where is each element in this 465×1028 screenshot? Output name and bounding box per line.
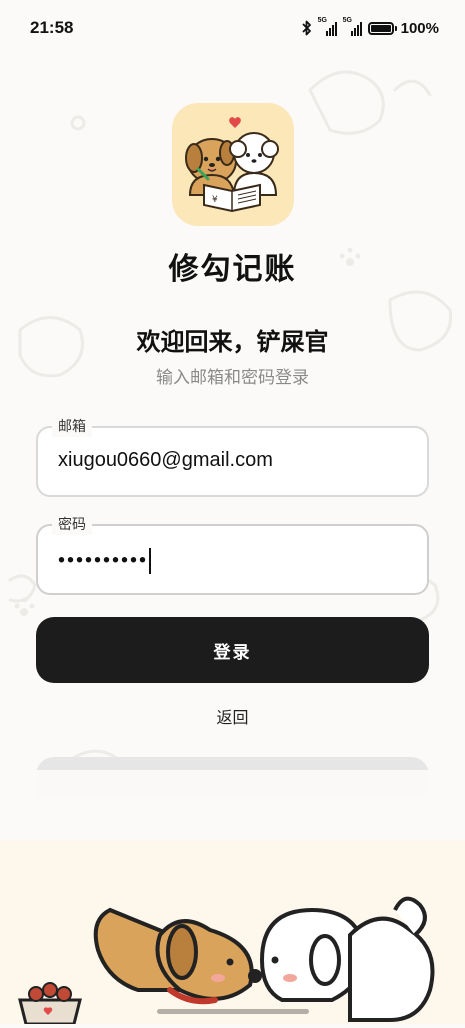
status-bar: 21:58 5G 5G 100% (0, 0, 465, 56)
back-link[interactable]: 返回 (0, 704, 465, 728)
bottom-illustration (0, 840, 465, 1026)
email-label: 邮箱 (52, 417, 92, 437)
dog-couple-ledger-icon: ¥ (185, 117, 279, 213)
signal-1-network-tag: 5G (317, 17, 327, 24)
status-time: 21:58 (30, 18, 74, 37)
text-caret (149, 548, 152, 574)
welcome-heading: 欢迎回来，铲屎官 (136, 328, 329, 356)
battery-icon (367, 21, 394, 35)
bluetooth-icon (301, 20, 311, 36)
signal-icon-1: 5G (317, 17, 337, 36)
signal-2-network-tag: 5G (342, 17, 352, 24)
password-input-value[interactable]: •••••••••• (58, 548, 152, 574)
email-input-value[interactable]: xiugou0660@gmail.com (58, 449, 273, 472)
svg-text:¥: ¥ (212, 195, 218, 205)
password-label: 密码 (52, 515, 92, 535)
signal-icon-2: 5G (342, 17, 362, 36)
dogs-illustration (18, 896, 435, 1026)
battery-indicator: 100% (367, 19, 439, 37)
login-subtitle: 输入邮箱和密码登录 (156, 368, 309, 388)
email-field[interactable]: 邮箱 xiugou0660@gmail.com (36, 417, 429, 497)
home-indicator[interactable] (157, 1009, 309, 1014)
app-logo: ¥ (172, 103, 294, 226)
status-icons: 5G 5G 100% (301, 17, 439, 37)
battery-percent: 100% (400, 19, 439, 37)
login-button[interactable]: 登录 (36, 617, 429, 683)
app-title: 修勾记账 (168, 252, 297, 287)
password-masked-text: •••••••••• (58, 549, 149, 572)
password-field[interactable]: 密码 •••••••••• (36, 515, 429, 595)
